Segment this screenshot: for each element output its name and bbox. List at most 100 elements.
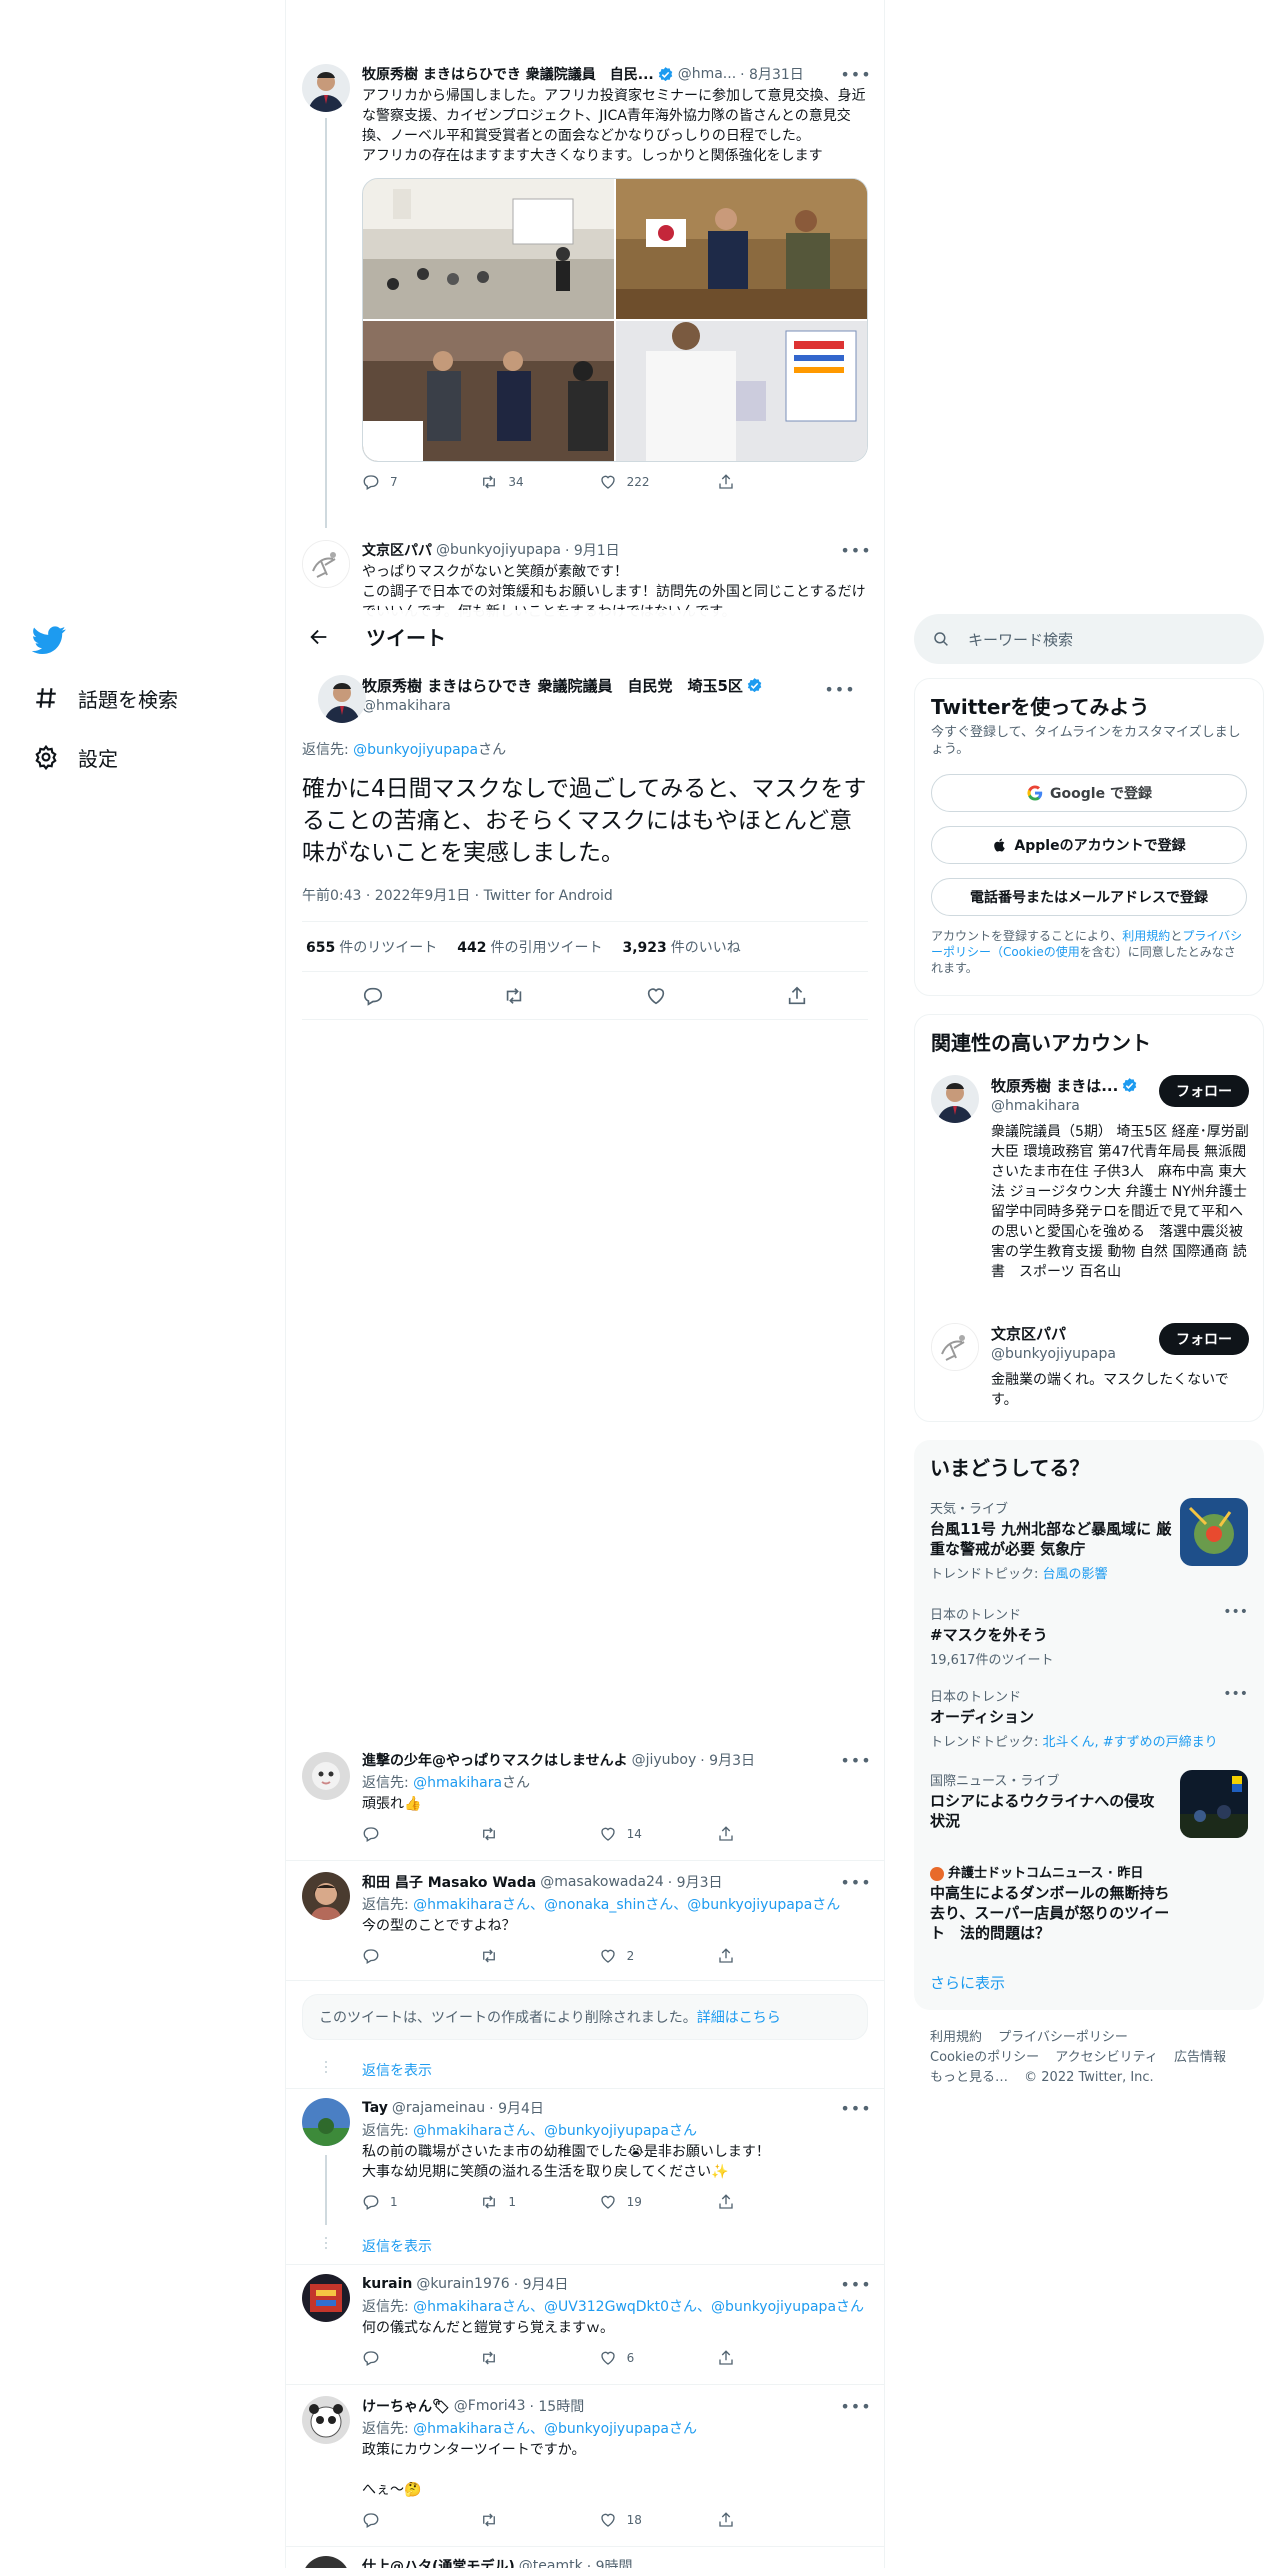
reply-tweet[interactable]: ••• Tay @rajameinau · 9月4日 返信先: @hmakiha… bbox=[286, 2098, 884, 2214]
retweets-stat[interactable]: 655 件のリツイート bbox=[306, 937, 437, 957]
more-icon[interactable]: ••• bbox=[1223, 1686, 1248, 1702]
more-icon[interactable]: ••• bbox=[840, 2098, 870, 2118]
footer-link[interactable]: アクセシビリティ bbox=[1055, 2050, 1158, 2065]
trend-item[interactable]: 日本のトレンド #マスクを外そう 19,617件のツイート ••• bbox=[914, 1604, 1264, 1668]
reply-button[interactable] bbox=[362, 2349, 432, 2367]
reply-to-link[interactable]: @hmakiharaさん、@bunkyojiyupapaさん bbox=[413, 2421, 697, 2437]
author-name[interactable]: けーちゃん🏷 bbox=[362, 2396, 450, 2416]
more-icon[interactable]: ••• bbox=[840, 1750, 870, 1770]
tweet-photo[interactable] bbox=[616, 321, 867, 461]
quotes-stat[interactable]: 442 件の引用ツイート bbox=[457, 937, 602, 957]
twitter-logo-icon[interactable] bbox=[31, 623, 66, 657]
footer-link[interactable]: 広告情報 bbox=[1174, 2050, 1226, 2065]
search-box[interactable]: キーワード検索 bbox=[914, 614, 1264, 664]
author-handle[interactable]: @jiyuboy bbox=[632, 1752, 697, 1768]
reply-to-link[interactable]: @hmakiharaさん、@nonaka_shinさん、@bunkyojiyup… bbox=[413, 1897, 840, 1913]
share-button[interactable] bbox=[717, 2511, 787, 2529]
share-button[interactable] bbox=[717, 1825, 787, 1843]
avatar[interactable] bbox=[931, 1075, 979, 1123]
more-icon[interactable]: ••• bbox=[840, 540, 870, 560]
avatar[interactable] bbox=[302, 2396, 350, 2444]
author-name[interactable]: 和田 昌子 Masako Wada bbox=[362, 1872, 536, 1892]
heart-icon[interactable] bbox=[645, 985, 667, 1007]
google-signup-button[interactable]: Google で登録 bbox=[931, 774, 1247, 812]
show-replies-link[interactable]: 返信を表示 bbox=[362, 2236, 432, 2256]
author-handle[interactable]: @bunkyojiyupapa bbox=[436, 542, 561, 558]
retweet-button[interactable]: 34 bbox=[480, 473, 550, 491]
author-name[interactable]: Tay bbox=[362, 2100, 388, 2116]
author-handle[interactable]: @hmakihara bbox=[362, 698, 763, 714]
show-more-link[interactable]: さらに表示 bbox=[930, 1972, 1005, 1993]
like-button[interactable]: 6 bbox=[599, 2349, 669, 2367]
author-name[interactable]: 牧原秀樹 まきはらひでき 衆議院議員 自民... bbox=[362, 64, 654, 84]
account-suggestion[interactable]: フォロー 牧原秀樹 まきは... @hmakihara 衆議院議員（5期） 埼玉… bbox=[915, 1075, 1265, 1282]
author-handle[interactable]: @rajameinau bbox=[392, 2100, 485, 2116]
reply-button[interactable]: 1 bbox=[362, 2193, 432, 2211]
reply-to-link[interactable]: @bunkyojiyupapa bbox=[353, 742, 478, 758]
phone-email-signup-button[interactable]: 電話番号またはメールアドレスで登録 bbox=[931, 878, 1247, 916]
retweet-button[interactable] bbox=[480, 1825, 550, 1843]
author-handle[interactable]: @teamtk bbox=[519, 2558, 583, 2568]
avatar[interactable] bbox=[302, 1872, 350, 1920]
nav-settings[interactable]: 設定 bbox=[32, 737, 118, 777]
reply-to-link[interactable]: @hmakiharaさん、@UV312GwqDkt0さん、@bunkyojiyu… bbox=[413, 2299, 864, 2315]
account-name[interactable]: 牧原秀樹 まきは... bbox=[991, 1075, 1118, 1096]
like-button[interactable]: 222 bbox=[599, 473, 669, 491]
retweet-icon[interactable] bbox=[503, 985, 525, 1007]
footer-link[interactable]: Cookieのポリシー bbox=[930, 2050, 1039, 2065]
show-replies-link[interactable]: 返信を表示 bbox=[362, 2060, 432, 2080]
author-handle[interactable]: @masakowada24 bbox=[540, 1874, 664, 1890]
trend-item[interactable]: 弁護士ドットコムニュース · 昨日 中高生によるダンボールの無断持ち去り、スーパ… bbox=[914, 1862, 1264, 1943]
reply-icon[interactable] bbox=[362, 985, 384, 1007]
thread-tweet[interactable]: ••• 牧原秀樹 まきはらひでき 衆議院議員 自民... @hma... · 8… bbox=[286, 64, 884, 494]
tweet-date[interactable]: · 9月3日 bbox=[668, 1872, 723, 1892]
retweet-button[interactable] bbox=[480, 1947, 550, 1965]
avatar[interactable] bbox=[302, 2098, 350, 2146]
nav-explore[interactable]: 話題を検索 bbox=[32, 678, 178, 718]
terms-link[interactable]: 利用規約 bbox=[1122, 929, 1170, 943]
likes-stat[interactable]: 3,923 件のいいね bbox=[622, 937, 740, 957]
trend-topic-link[interactable]: 台風の影響 bbox=[1043, 1567, 1108, 1582]
reply-tweet[interactable]: ••• けーちゃん🏷 @Fmori43 · 15時間 返信先: @hmakiha… bbox=[286, 2396, 884, 2532]
author-name[interactable]: 進撃の少年@やっぱりマスクはしませんよ bbox=[362, 1750, 628, 1770]
like-button[interactable]: 14 bbox=[599, 1825, 669, 1843]
trend-topic-link[interactable]: 北斗くん, #すずめの戸締まり bbox=[1043, 1735, 1218, 1750]
reply-tweet[interactable]: ••• kurain @kurain1976 · 9月4日 返信先: @hmak… bbox=[286, 2274, 884, 2370]
back-arrow-icon[interactable] bbox=[302, 620, 336, 654]
reply-to-link[interactable]: @hmakiharaさん、@bunkyojiyupapaさん bbox=[413, 2123, 697, 2139]
account-name[interactable]: 文京区パパ bbox=[991, 1323, 1066, 1344]
tweet-date[interactable]: · 9月1日 bbox=[565, 540, 620, 560]
tweet-timestamp[interactable]: 午前0:43 · 2022年9月1日 · Twitter for Android bbox=[302, 885, 868, 922]
reply-button[interactable] bbox=[362, 1947, 432, 1965]
tweet-photo[interactable] bbox=[616, 179, 867, 319]
avatar[interactable] bbox=[318, 675, 366, 723]
more-icon[interactable]: ••• bbox=[824, 679, 854, 699]
share-icon[interactable] bbox=[786, 985, 808, 1007]
footer-link[interactable]: 利用規約 bbox=[930, 2030, 982, 2045]
avatar[interactable] bbox=[931, 1323, 979, 1371]
avatar[interactable] bbox=[302, 540, 350, 588]
more-icon[interactable]: ••• bbox=[1223, 1604, 1248, 1620]
reply-tweet[interactable]: ••• 和田 昌子 Masako Wada @masakowada24 · 9月… bbox=[286, 1872, 884, 1968]
tweet-photo[interactable] bbox=[363, 321, 614, 461]
more-icon[interactable]: ••• bbox=[840, 1872, 870, 1892]
share-button[interactable] bbox=[717, 473, 787, 491]
reply-tweet[interactable]: ••• 進撃の少年@やっぱりマスクはしませんよ @jiyuboy · 9月3日 … bbox=[286, 1750, 884, 1846]
follow-button[interactable]: フォロー bbox=[1159, 1075, 1249, 1107]
reply-button[interactable] bbox=[362, 1825, 432, 1843]
retweet-button[interactable]: 1 bbox=[480, 2193, 550, 2211]
apple-signup-button[interactable]: Appleのアカウントで登録 bbox=[931, 826, 1247, 864]
share-button[interactable] bbox=[717, 1947, 787, 1965]
retweet-button[interactable] bbox=[480, 2349, 550, 2367]
author-name[interactable]: 文京区パパ bbox=[362, 540, 432, 560]
tweet-date[interactable]: · 9月4日 bbox=[514, 2274, 569, 2294]
like-button[interactable]: 2 bbox=[599, 1947, 669, 1965]
reply-button[interactable] bbox=[362, 2511, 432, 2529]
reply-tweet[interactable]: 仕上@ハタ(通常モデル) @teamtk · 9時間 bbox=[286, 2556, 884, 2568]
share-button[interactable] bbox=[717, 2349, 787, 2367]
footer-link[interactable]: プライバシーポリシー bbox=[998, 2030, 1128, 2045]
tweet-date[interactable]: · 9月3日 bbox=[700, 1750, 755, 1770]
author-handle[interactable]: @Fmori43 bbox=[454, 2398, 526, 2414]
follow-button[interactable]: フォロー bbox=[1159, 1323, 1249, 1355]
learn-more-link[interactable]: 詳細はこちら bbox=[697, 2007, 781, 2027]
